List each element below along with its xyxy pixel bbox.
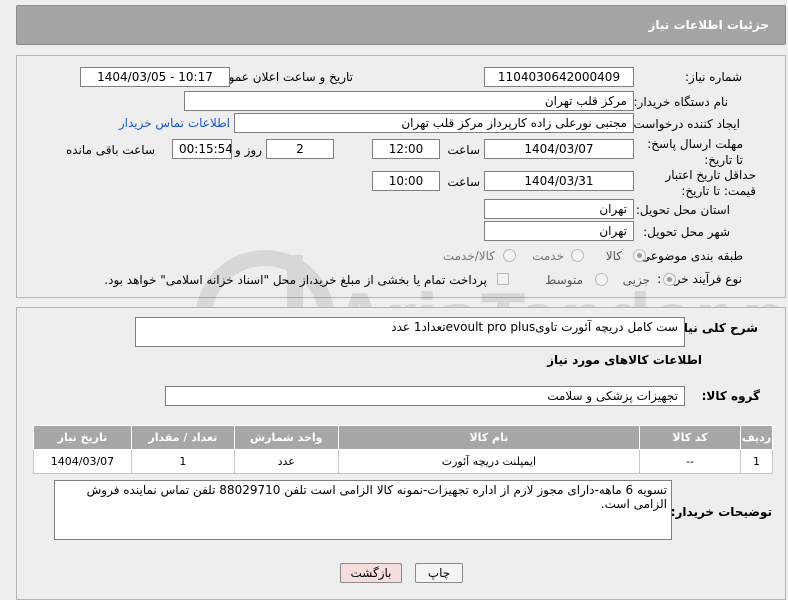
process-option-minor: جزیی	[622, 273, 650, 287]
deadline-time-field[interactable]: 12:00	[372, 139, 440, 159]
col-row: ردیف	[739, 425, 774, 450]
validity-date-field[interactable]: 1404/03/31	[484, 171, 634, 191]
items-table-header: تاریخ نیاز تعداد / مقدار واحد شمارش نام …	[33, 425, 774, 450]
page-title: جزئیات اطلاعات نیاز	[648, 18, 769, 32]
need-number-label: شماره نیاز:	[685, 70, 742, 84]
province-label: استان محل تحویل:	[635, 203, 730, 217]
process-radio-minor[interactable]	[663, 273, 676, 286]
remaining-label: ساعت باقی مانده	[65, 143, 155, 157]
page-header: جزئیات اطلاعات نیاز	[16, 5, 786, 45]
validity-label: حداقل تاریخ اعتبار قیمت: تا تاریخ:	[665, 168, 756, 198]
validity-time-label: ساعت	[447, 175, 480, 189]
cell-unit: عدد	[233, 449, 339, 474]
treasury-checkbox[interactable]	[497, 273, 509, 285]
validity-time-field[interactable]: 10:00	[372, 171, 440, 191]
buyer-notes-label: توضیحات خریدار:	[670, 505, 772, 519]
category-label: طبقه بندی موضوعی:	[636, 249, 743, 263]
cell-quantity: 1	[130, 449, 235, 474]
deadline-date-field[interactable]: 1404/03/07	[484, 139, 634, 159]
deadline-days-field[interactable]: 2	[266, 139, 334, 159]
category-option-service: خدمت	[532, 249, 564, 263]
process-radio-medium[interactable]	[595, 273, 608, 286]
remaining-time-field[interactable]: 00:15:54	[172, 139, 232, 159]
back-button[interactable]: بازگشت	[340, 563, 402, 583]
buyer-org-field[interactable]: مرکز قلب تهران	[184, 91, 634, 111]
city-field[interactable]: تهران	[484, 221, 634, 241]
table-row[interactable]: 1404/03/07 1 عدد ایمپلنت دریچه آئورت -- …	[33, 449, 774, 474]
cell-item-name: ایمپلنت دریچه آئورت	[337, 449, 641, 474]
print-button[interactable]: چاپ	[415, 563, 463, 583]
need-number-field[interactable]: 1104030642000409	[484, 67, 634, 87]
col-item-name: نام کالا	[337, 425, 641, 450]
buyer-contact-link[interactable]: اطلاعات تماس خریدار	[119, 116, 230, 130]
col-need-date: تاریخ نیاز	[33, 425, 132, 450]
col-item-code: کد کالا	[639, 425, 741, 450]
cell-item-code: --	[639, 449, 741, 474]
deadline-label: مهلت ارسال پاسخ: تا تاریخ:	[647, 137, 743, 167]
category-option-goods-service: کالا/خدمت	[442, 249, 495, 263]
category-radio-service[interactable]	[571, 249, 584, 262]
goods-group-field[interactable]: تجهیزات پزشکی و سلامت	[165, 386, 685, 406]
creator-field[interactable]: مجتبی نورعلی زاده کارپرداز مرکز قلب تهرا…	[234, 113, 634, 133]
days-label: روز و	[235, 143, 262, 157]
description-field[interactable]: ست کامل دریچه آئورت تاویevoult pro plusت…	[135, 317, 685, 347]
category-radio-goods-service[interactable]	[503, 249, 516, 262]
province-field[interactable]: تهران	[484, 199, 634, 219]
col-unit: واحد شمارش	[233, 425, 339, 450]
deadline-time-label: ساعت	[447, 143, 480, 157]
category-option-goods: کالا	[605, 249, 622, 263]
city-label: شهر محل تحویل:	[643, 225, 730, 239]
treasury-checkbox-label: پرداخت تمام یا بخشی از مبلغ خرید،از محل …	[104, 273, 487, 287]
process-option-medium: متوسط	[545, 273, 583, 287]
category-radio-goods[interactable]	[633, 249, 646, 262]
creator-label: ایجاد کننده درخواست:	[629, 117, 740, 131]
items-table: تاریخ نیاز تعداد / مقدار واحد شمارش نام …	[33, 425, 774, 474]
announce-field[interactable]: 1404/03/05 - 10:17	[80, 67, 230, 87]
buyer-notes-field[interactable]: تسویه 6 ماهه-دارای مجوز لازم از اداره تج…	[54, 480, 672, 540]
goods-group-label: گروه کالا:	[701, 389, 760, 403]
buyer-org-label: نام دستگاه خریدار:	[633, 95, 729, 109]
col-quantity: تعداد / مقدار	[130, 425, 235, 450]
items-section-title: اطلاعات کالاهای مورد نیاز	[547, 353, 702, 367]
cell-need-date: 1404/03/07	[33, 449, 132, 474]
cell-row: 1	[739, 449, 774, 474]
